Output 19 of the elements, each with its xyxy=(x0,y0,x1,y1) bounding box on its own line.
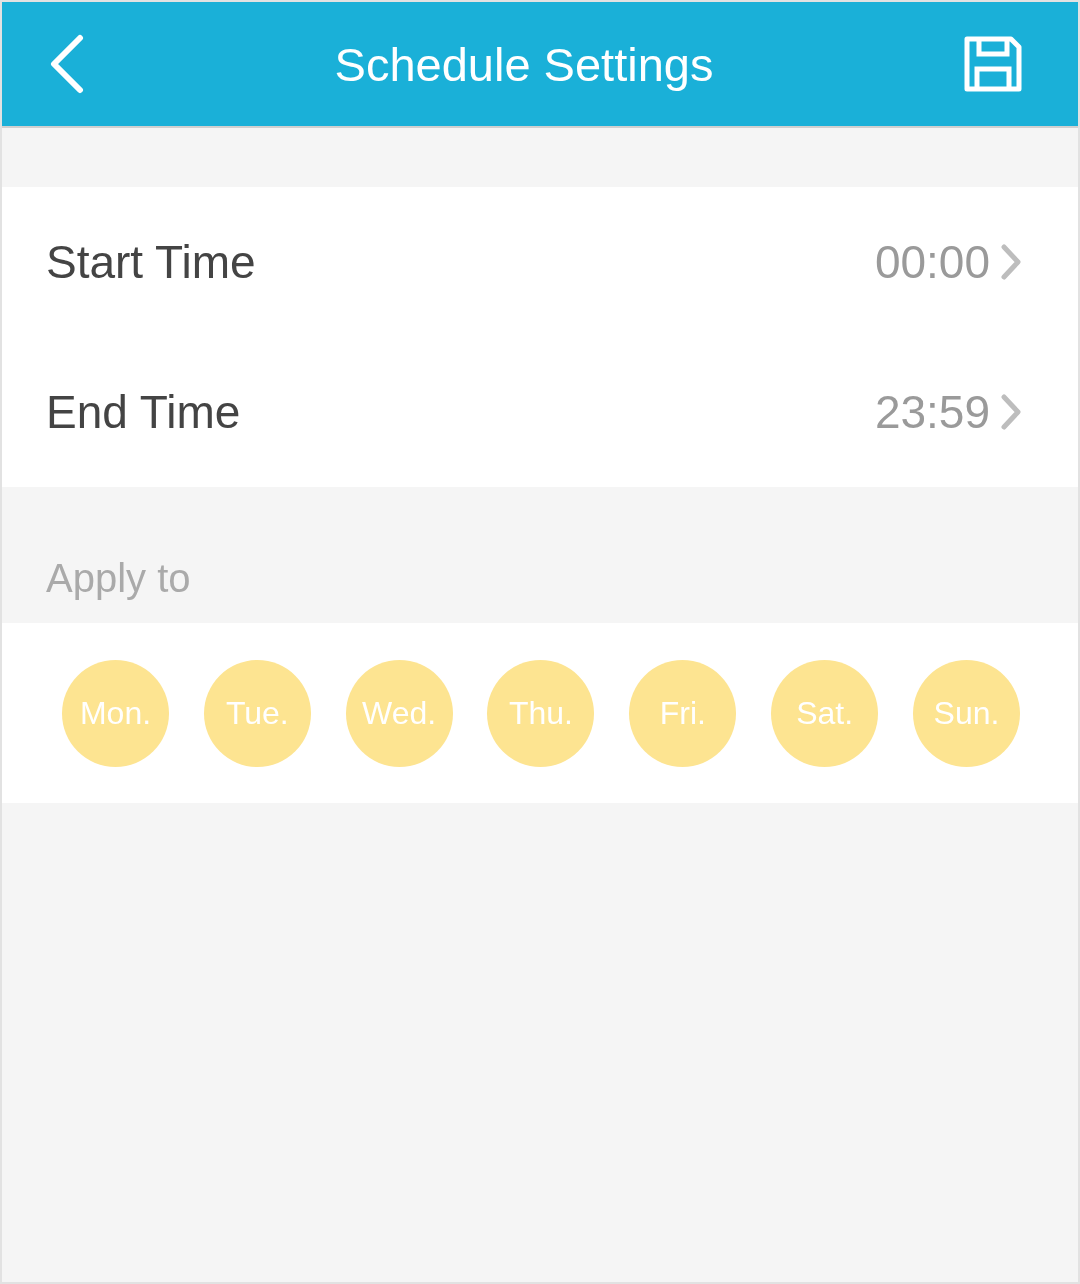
screen-title: Schedule Settings xyxy=(333,36,715,92)
back-icon[interactable] xyxy=(48,34,84,94)
day-toggle[interactable]: Thu. xyxy=(487,659,595,767)
time-value: 00:00 xyxy=(874,235,990,289)
time-row[interactable]: End Time 23:59 xyxy=(2,337,1078,487)
time-row[interactable]: Start Time 00:00 xyxy=(2,187,1078,337)
save-icon[interactable] xyxy=(964,36,1022,92)
time-value: 23:59 xyxy=(874,385,990,439)
chevron-icon xyxy=(1000,393,1022,431)
day-toggle[interactable]: Fri. xyxy=(629,659,737,767)
chevron-icon xyxy=(1000,243,1022,281)
day-toggle[interactable]: Mon. xyxy=(62,659,169,767)
row-label: Start Time xyxy=(46,235,257,289)
day-toggle[interactable]: Wed. xyxy=(345,659,453,767)
section-label: Apply to xyxy=(46,556,191,601)
day-toggle[interactable]: Tue. xyxy=(203,659,311,767)
day-toggle[interactable]: Sat. xyxy=(771,659,879,767)
day-toggle[interactable]: Sun. xyxy=(912,659,1020,767)
row-label: End Time xyxy=(46,385,242,439)
